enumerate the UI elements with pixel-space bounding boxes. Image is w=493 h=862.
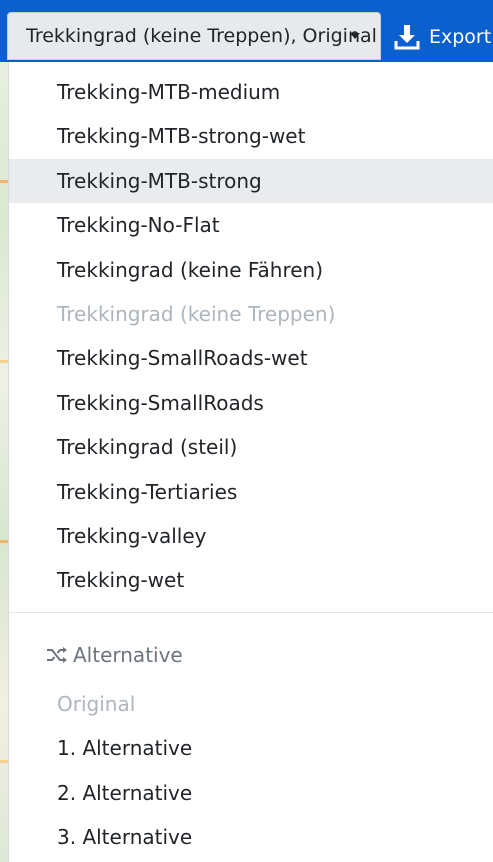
alternative-item[interactable]: 3. Alternative [9,815,493,859]
profile-item[interactable]: Trekkingrad (steil) [9,425,493,469]
profile-item: Trekkingrad (keine Treppen) [57,302,336,326]
profile-item[interactable]: Trekking-MTB-strong-wet [9,114,493,158]
shuffle-icon [47,647,67,663]
menu-divider [9,612,493,613]
profile-item[interactable]: Trekking-MTB-medium [9,70,493,114]
profile-item[interactable]: Trekking-MTB-strong [9,158,493,203]
alternative-item: Original [57,692,136,716]
profile-item[interactable]: Trekking-No-Flat [9,203,493,247]
profile-item[interactable]: Trekking-wet [9,558,493,602]
alternative-header-label: Alternative [73,643,183,667]
caret-down-icon [350,33,360,39]
profile-item[interactable]: Trekking-valley [9,514,493,558]
profile-item[interactable]: Trekking-Tertiaries [9,470,493,514]
profile-item[interactable]: Trekkingrad (keine Fähren) [9,248,493,292]
alternative-item[interactable]: 2. Alternative [9,771,493,815]
profile-dropdown-menu: Trekking-MTB-medium Trekking-MTB-strong-w… [8,62,493,862]
export-label: Export [429,26,492,48]
profile-item[interactable]: Trekking-SmallRoads [9,381,493,425]
profile-select-label: Trekkingrad (keine Treppen), Original [26,25,377,47]
alternative-header: Alternative [45,640,183,670]
profile-select-button[interactable]: Trekkingrad (keine Treppen), Original [7,12,381,60]
profile-item[interactable]: Trekking-SmallRoads-wet [9,336,493,380]
download-icon [394,25,420,50]
export-button[interactable]: Export [393,20,491,54]
alternative-item[interactable]: 1. Alternative [9,726,493,770]
toolbar: Trekkingrad (keine Treppen), Original Ex… [0,0,493,62]
